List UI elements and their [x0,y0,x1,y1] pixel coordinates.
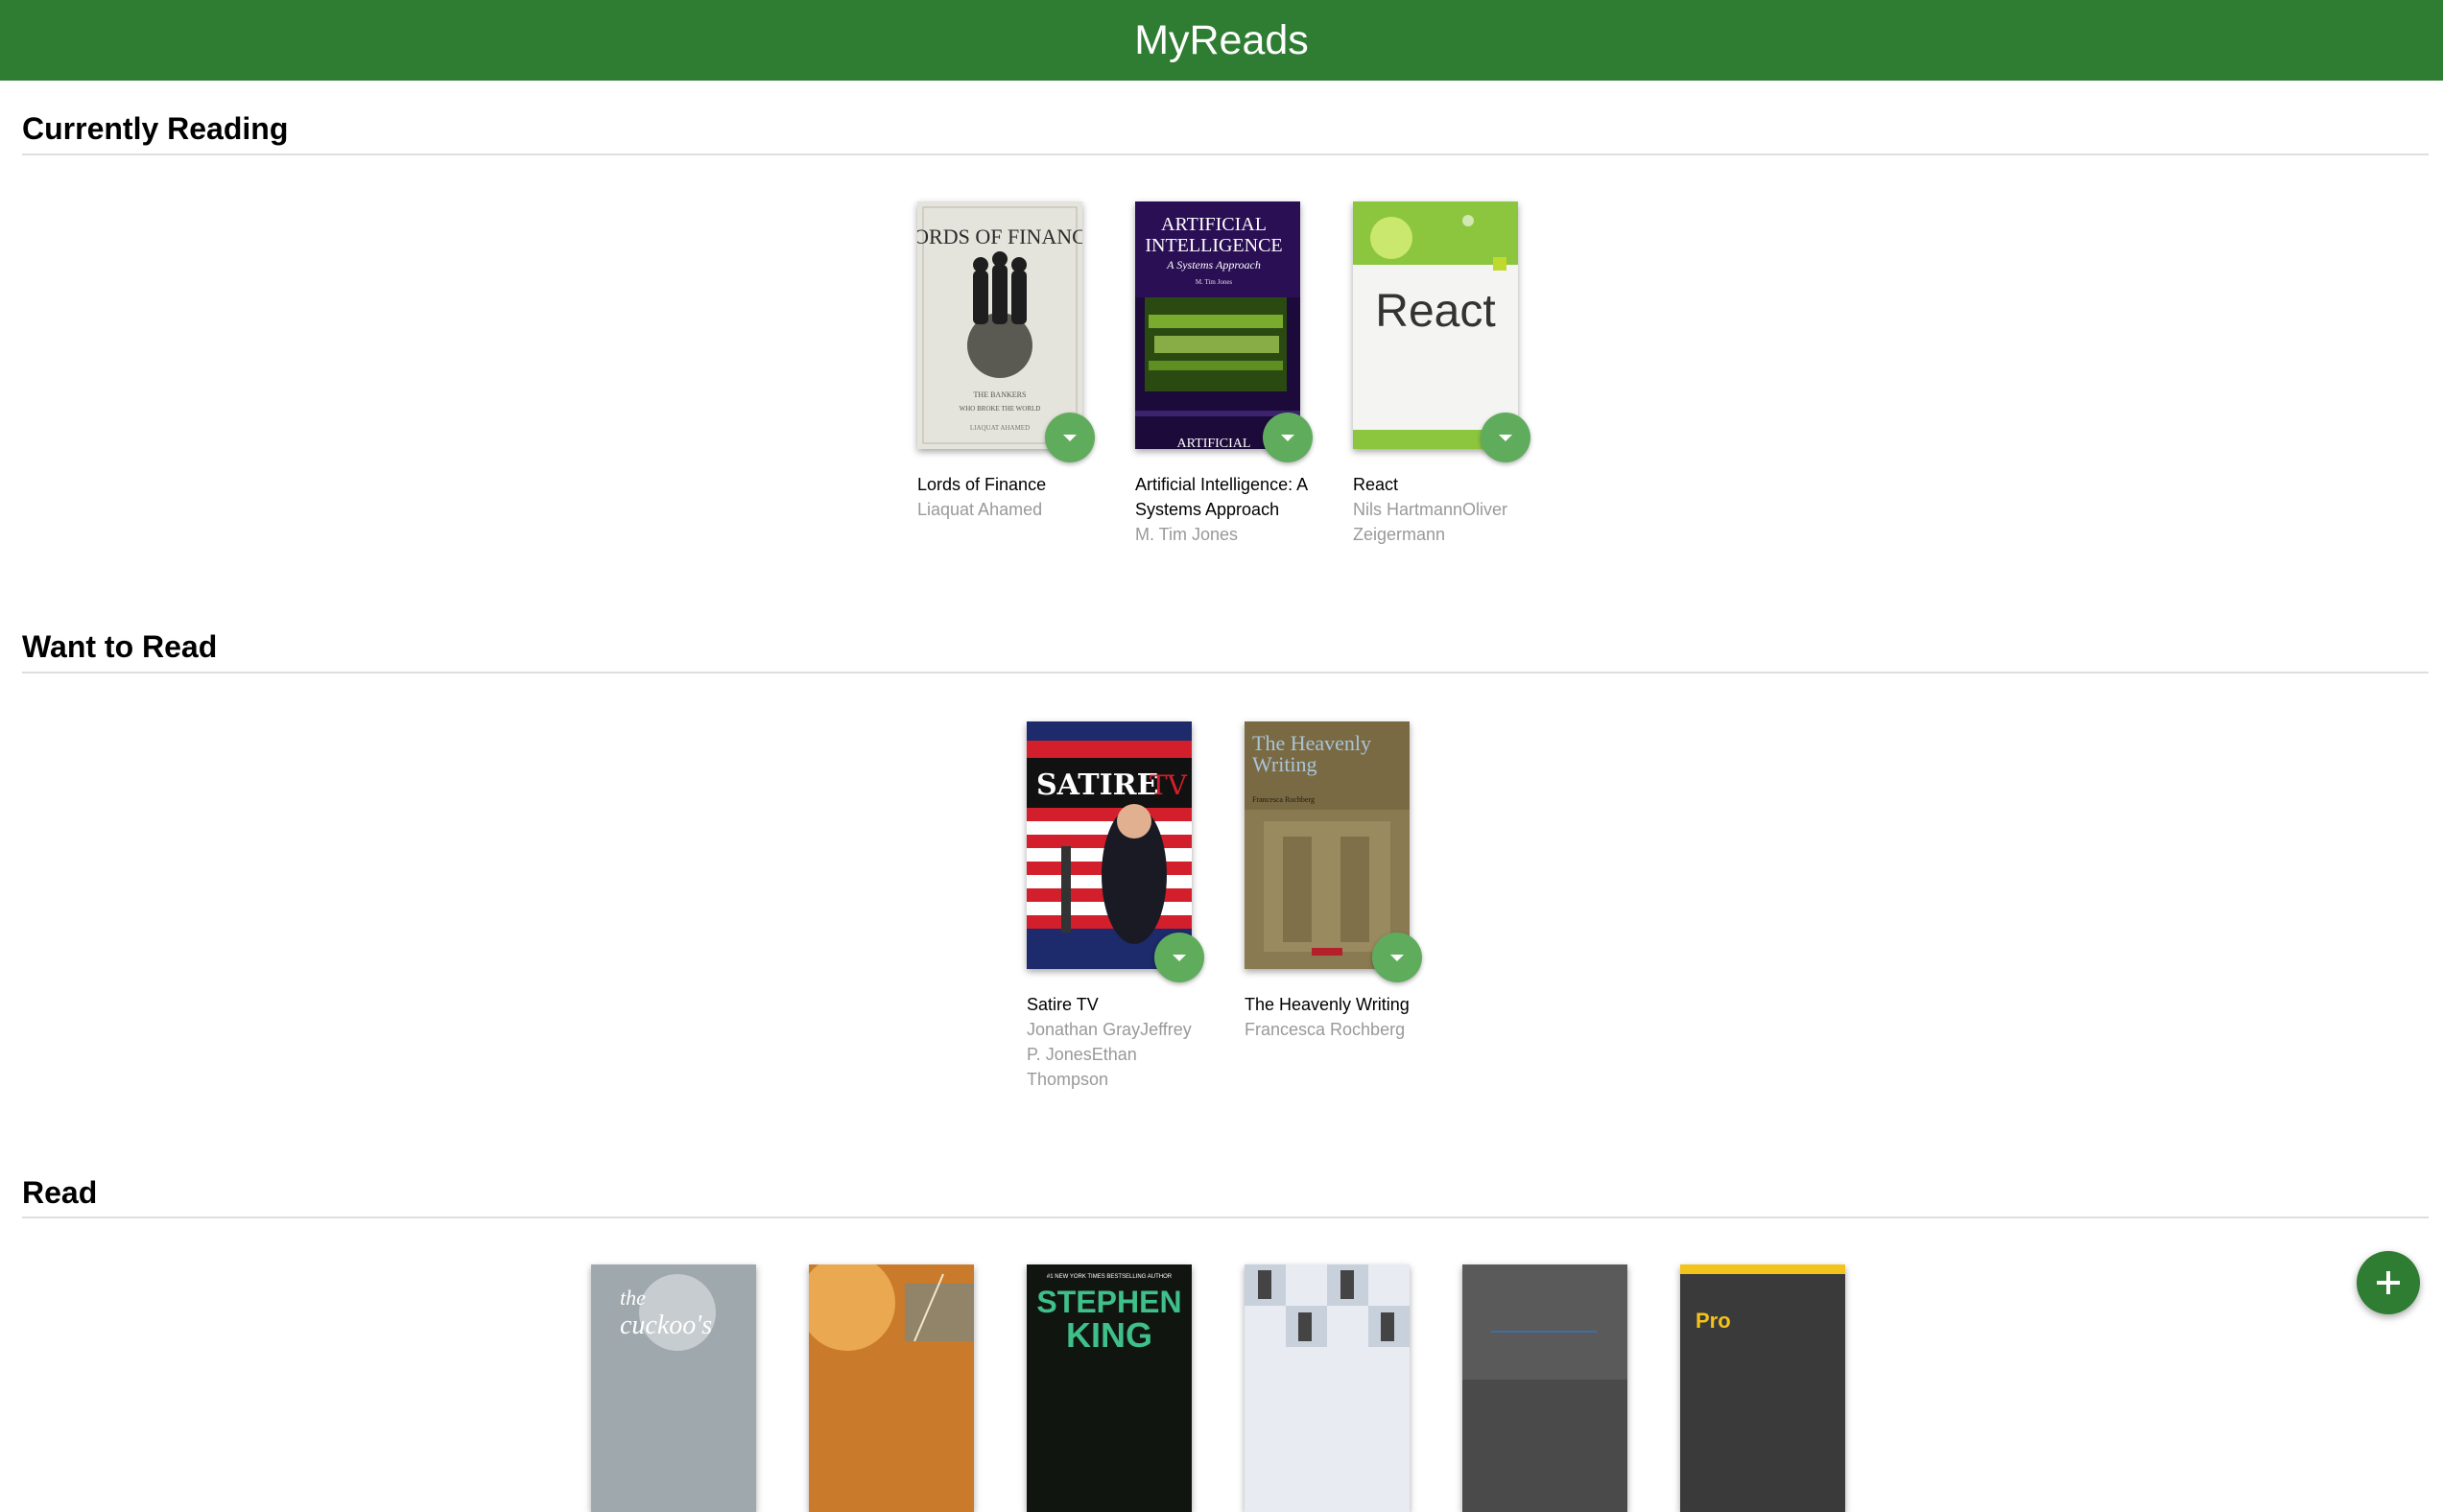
cover-read-6: Pro [1680,1264,1845,1512]
book-cover[interactable]: the cuckoo's [591,1264,756,1512]
svg-text:STEPHEN: STEPHEN [1036,1285,1181,1319]
svg-text:LIAQUAT AHAMED: LIAQUAT AHAMED [970,424,1030,432]
shelf-divider [22,154,2429,155]
book-title: Lords of Finance [917,475,1047,494]
shelf-changer-button[interactable] [1045,413,1095,462]
svg-text:WHO BROKE THE WORLD: WHO BROKE THE WORLD [960,405,1041,413]
svg-text:the: the [620,1286,646,1310]
shelf-changer-button[interactable] [1154,933,1204,982]
cover-read-2 [809,1264,974,1512]
book-title: Satire TV [1027,995,1099,1014]
cover-react: React [1353,201,1518,449]
svg-text:M. Tim Jones: M. Tim Jones [1196,278,1233,286]
svg-text:THE BANKERS: THE BANKERS [974,390,1027,399]
app-header: MyReads [0,0,2443,81]
svg-text:Pro: Pro [1696,1309,1731,1333]
caret-down-icon [1281,434,1294,441]
book-authors: Nils HartmannOliver Zeigermann [1353,500,1508,544]
app-title: MyReads [1134,16,1309,63]
svg-text:TV: TV [1150,769,1188,801]
book-cover[interactable]: The Heavenly Writing Francesca Rochberg [1245,721,1410,969]
caret-down-icon [1063,434,1077,441]
cover-lords-of-finance: LORDS OF FINANCE THE BANKERS WHO BROKE T… [917,201,1082,449]
book-cover[interactable] [1245,1264,1410,1512]
book-cover[interactable] [809,1264,974,1512]
book-cover[interactable]: #1 NEW YORK TIMES BESTSELLING AUTHOR STE… [1027,1264,1192,1512]
cover-artificial-intelligence: ARTIFICIAL INTELLIGENCE A Systems Approa… [1135,201,1300,449]
svg-text:INTELLIGENCE: INTELLIGENCE [1145,235,1282,256]
book-cover[interactable]: LORDS OF FINANCE THE BANKERS WHO BROKE T… [917,201,1082,449]
book-title: React [1353,475,1399,494]
book-authors: M. Tim Jones [1135,525,1239,544]
svg-text:Francesca Rochberg: Francesca Rochberg [1252,795,1315,804]
cover-the-heavenly-writing: The Heavenly Writing Francesca Rochberg [1245,721,1410,969]
add-book-button[interactable] [2357,1251,2420,1314]
book-cover[interactable]: React [1353,201,1518,449]
svg-text:Writing: Writing [1252,752,1317,776]
svg-text:React: React [1375,286,1495,337]
cover-read-4 [1245,1264,1410,1512]
svg-text:#1 NEW YORK TIMES BESTSELLING: #1 NEW YORK TIMES BESTSELLING AUTHOR [1047,1274,1173,1280]
cover-read-3: #1 NEW YORK TIMES BESTSELLING AUTHOR STE… [1027,1264,1192,1512]
plus-icon [2377,1271,2400,1294]
shelf-divider [22,672,2429,673]
book-authors: Liaquat Ahamed [917,500,1043,519]
book-authors: Francesca Rochberg [1245,1020,1406,1039]
book-cover[interactable] [1462,1264,1627,1512]
cover-read-1: the cuckoo's [591,1264,756,1512]
shelf-divider [22,1217,2429,1218]
caret-down-icon [1390,954,1404,961]
book-authors: Jonathan GrayJeffrey P. JonesEthan Thomp… [1027,1020,1192,1089]
cover-satire-tv: SATIRE TV [1027,721,1192,969]
book-title: Artificial Intelligence: A Systems Appro… [1135,475,1308,519]
shelf-changer-button[interactable] [1481,413,1530,462]
shelf-title-read: Read [22,1175,98,1210]
svg-text:ARTIFICIAL: ARTIFICIAL [1161,214,1267,235]
caret-down-icon [1499,434,1512,441]
svg-text:cuckoo's: cuckoo's [620,1311,712,1340]
book-cover[interactable]: ARTIFICIAL INTELLIGENCE A Systems Approa… [1135,201,1300,449]
book-cover[interactable]: Pro [1680,1264,1845,1512]
svg-text:ARTIFICIAL: ARTIFICIAL [1177,437,1251,449]
book-title: The Heavenly Writing [1245,995,1410,1014]
shelf-changer-button[interactable] [1263,413,1313,462]
svg-text:LORDS OF FINANCE: LORDS OF FINANCE [917,224,1082,248]
cover-read-5 [1462,1264,1627,1512]
svg-text:SATIRE: SATIRE [1036,768,1158,802]
shelf-changer-button[interactable] [1372,933,1422,982]
svg-text:A Systems Approach: A Systems Approach [1166,258,1261,272]
shelf-title-want-to-read: Want to Read [22,629,218,664]
book-cover[interactable]: SATIRE TV [1027,721,1192,969]
shelf-title-currently-reading: Currently Reading [22,111,289,146]
svg-text:KING: KING [1066,1315,1152,1355]
caret-down-icon [1173,954,1186,961]
